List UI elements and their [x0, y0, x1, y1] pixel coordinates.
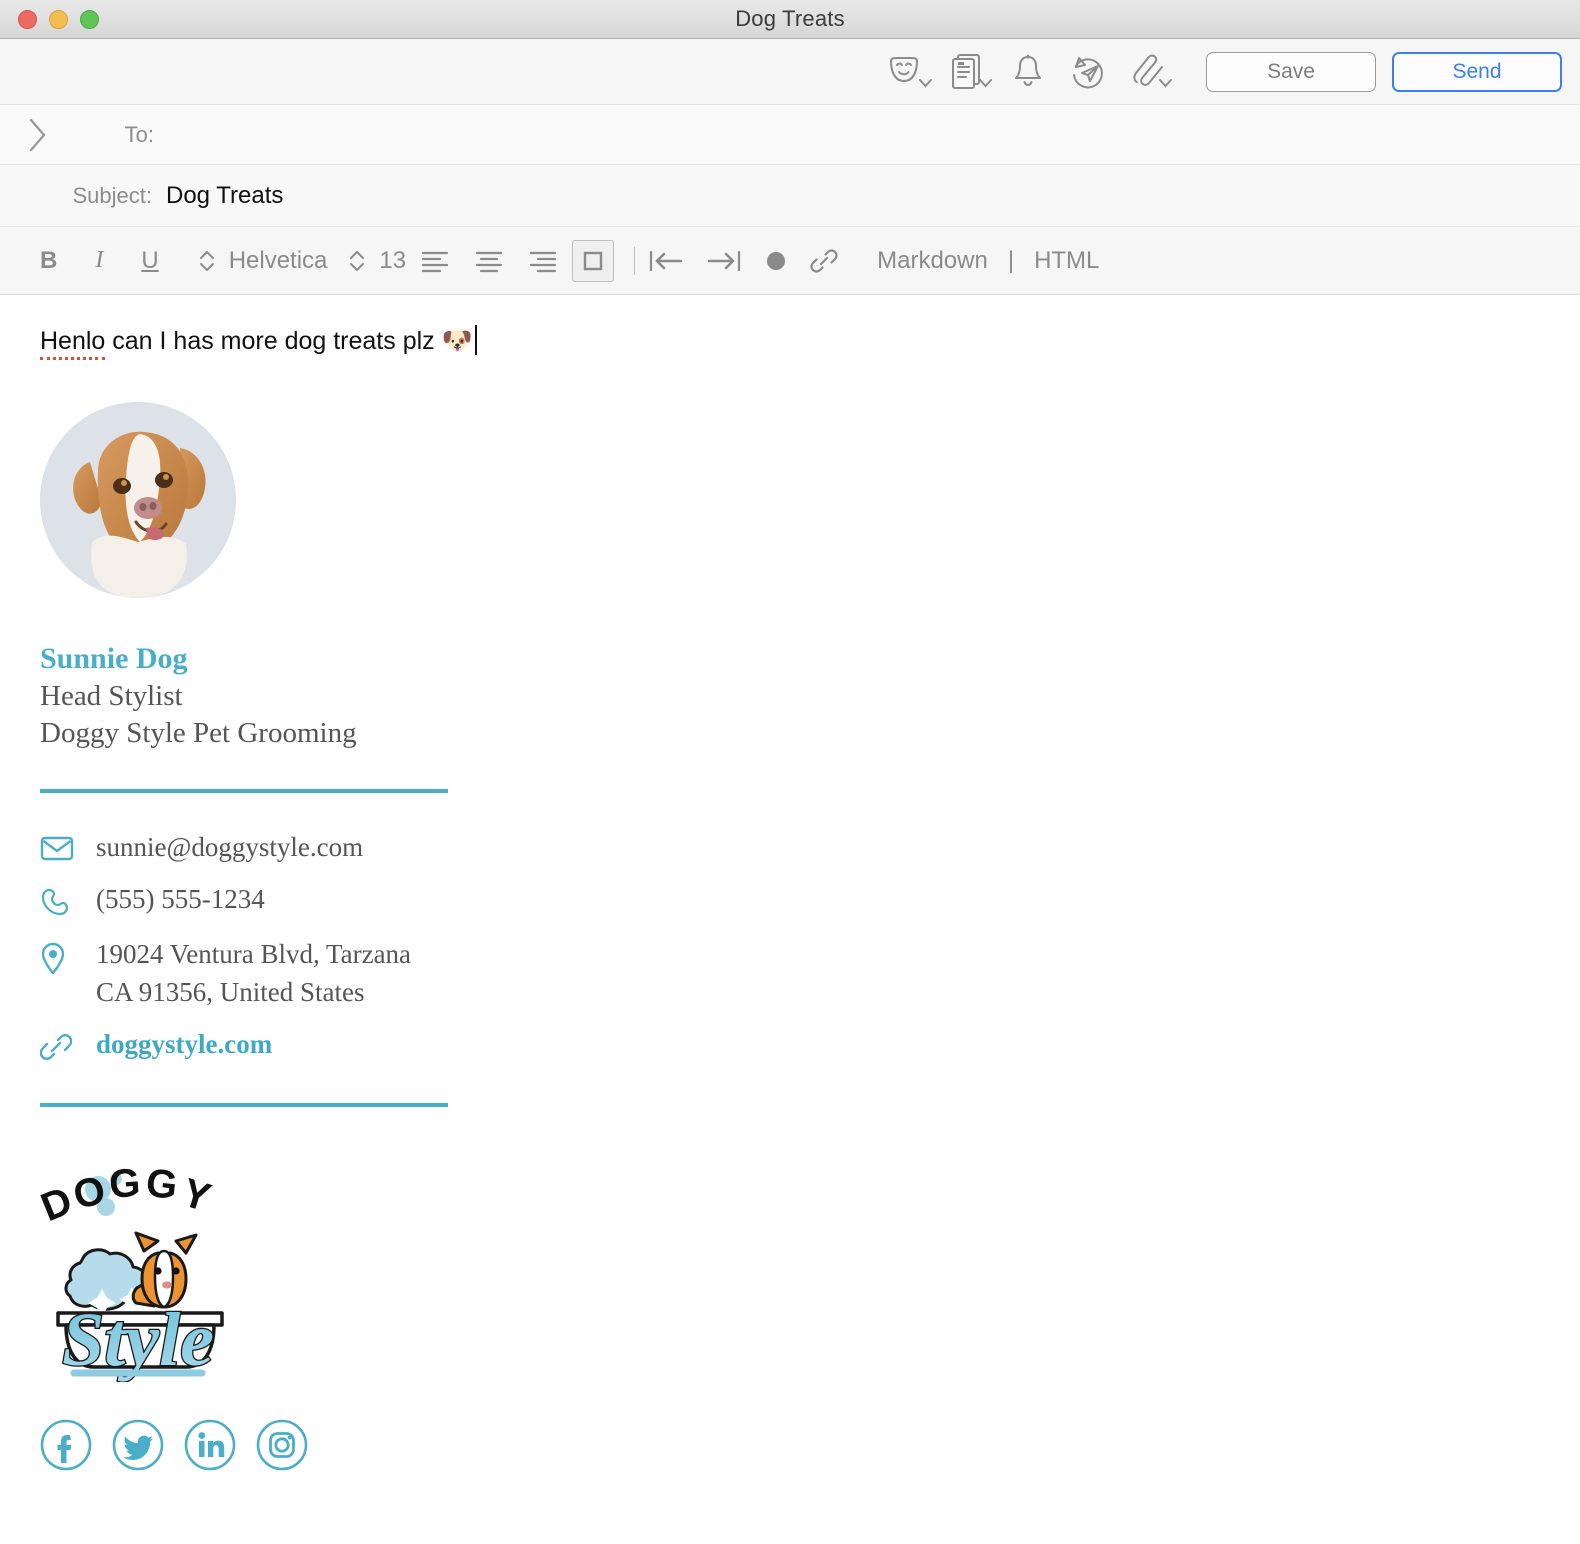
- save-button[interactable]: Save: [1206, 51, 1376, 92]
- contact-address-text: 19024 Ventura Blvd, Tarzana CA 91356, Un…: [96, 938, 412, 1007]
- indent-button[interactable]: [705, 247, 743, 275]
- font-family-stepper[interactable]: [197, 247, 217, 275]
- linkedin-icon[interactable]: [184, 1419, 236, 1471]
- chevron-right-icon: [29, 118, 46, 151]
- attachment-clip-icon[interactable]: [1118, 48, 1178, 96]
- font-family-value[interactable]: Helvetica: [229, 247, 328, 275]
- align-left-button[interactable]: [418, 246, 452, 276]
- text-caret: [474, 325, 477, 355]
- to-label: To:: [124, 121, 154, 147]
- header-expander-button[interactable]: [0, 116, 76, 154]
- message-body[interactable]: Henlo can I has more dog treats plz 🐶 Su…: [0, 295, 1580, 1540]
- window-titlebar: Dog Treats: [0, 0, 1580, 39]
- company-logo: D O G G Y Style: [35, 1160, 1540, 1387]
- format-toolbar: B I U Helvetica 13 Markdown | HTML: [0, 227, 1580, 295]
- misspelled-word: Henlo: [40, 327, 106, 360]
- svg-text:Style: Style: [62, 1298, 214, 1382]
- contact-website-link[interactable]: doggystyle.com: [96, 1026, 272, 1064]
- close-button[interactable]: [18, 9, 37, 29]
- window-title: Dog Treats: [735, 6, 845, 31]
- link-chain-icon: [39, 1026, 96, 1067]
- svg-text:O: O: [69, 1168, 109, 1218]
- markdown-toggle[interactable]: Markdown: [877, 247, 988, 275]
- bullet-list-button[interactable]: [763, 248, 789, 274]
- signature-title: Head Stylist: [40, 679, 183, 712]
- twitter-icon[interactable]: [112, 1419, 164, 1471]
- chevron-down-icon: [1159, 78, 1172, 87]
- subject-label: Subject:: [72, 182, 153, 208]
- facebook-icon[interactable]: [40, 1419, 92, 1471]
- body-text-line[interactable]: Henlo can I has more dog treats plz 🐶: [40, 325, 1540, 360]
- chevron-down-icon: [979, 78, 992, 87]
- contact-email-text: sunnie@doggystyle.com: [96, 832, 364, 863]
- svg-text:Y: Y: [177, 1170, 216, 1220]
- contact-email: sunnie@doggystyle.com: [40, 829, 1540, 867]
- toolbar-divider: [634, 246, 636, 275]
- font-size-value[interactable]: 13: [379, 247, 406, 275]
- to-field-row: To:: [0, 105, 1580, 165]
- signature-divider-top: [40, 789, 448, 794]
- bold-button[interactable]: B: [40, 247, 57, 275]
- svg-text:G: G: [108, 1167, 142, 1207]
- avatar: [40, 402, 236, 598]
- location-pin-icon: [40, 936, 96, 981]
- font-size-stepper[interactable]: [347, 247, 367, 275]
- body-text-rest: can I has more dog treats plz: [105, 327, 442, 355]
- underline-button[interactable]: U: [141, 247, 158, 275]
- emoji-masks-icon[interactable]: [878, 48, 938, 96]
- align-center-button[interactable]: [472, 246, 506, 276]
- outdent-button[interactable]: [647, 247, 685, 275]
- contact-phone-text: (555) 555-1234: [96, 883, 265, 914]
- italic-button[interactable]: I: [95, 247, 103, 274]
- social-links: [40, 1419, 1540, 1471]
- insert-link-button[interactable]: [809, 247, 839, 275]
- signature-company: Doggy Style Pet Grooming: [40, 717, 357, 750]
- subject-input[interactable]: Dog Treats: [166, 182, 1580, 210]
- html-toggle[interactable]: HTML: [1034, 247, 1099, 275]
- zoom-button[interactable]: [80, 9, 99, 29]
- signature-divider-bottom: [40, 1102, 448, 1107]
- minimize-button[interactable]: [49, 9, 68, 29]
- chevron-down-icon: [919, 78, 932, 87]
- instagram-icon[interactable]: [256, 1419, 308, 1471]
- phone-icon: [40, 881, 96, 922]
- traffic-lights: [18, 9, 99, 29]
- contact-website[interactable]: doggystyle.com: [39, 1026, 1540, 1067]
- format-mode-separator: |: [1007, 246, 1015, 274]
- envelope-icon: [40, 829, 96, 866]
- compose-toolbar: Save Send: [0, 39, 1580, 105]
- contact-address: 19024 Ventura Blvd, Tarzana CA 91356, Un…: [40, 936, 1540, 1012]
- dog-face-emoji: 🐶: [441, 327, 473, 355]
- align-right-button[interactable]: [526, 246, 560, 276]
- svg-text:G: G: [144, 1167, 180, 1208]
- send-later-icon[interactable]: [1058, 48, 1118, 96]
- send-button[interactable]: Send: [1392, 51, 1562, 92]
- contact-phone: (555) 555-1234: [40, 881, 1540, 922]
- stationery-icon[interactable]: [938, 48, 998, 96]
- align-justify-button[interactable]: [572, 239, 615, 282]
- bell-icon[interactable]: [998, 48, 1058, 96]
- subject-field-row: Subject: Dog Treats: [0, 165, 1580, 227]
- email-signature: Sunnie Dog Head Stylist Doggy Style Pet …: [35, 402, 1540, 1471]
- signature-name: Sunnie Dog: [40, 642, 188, 675]
